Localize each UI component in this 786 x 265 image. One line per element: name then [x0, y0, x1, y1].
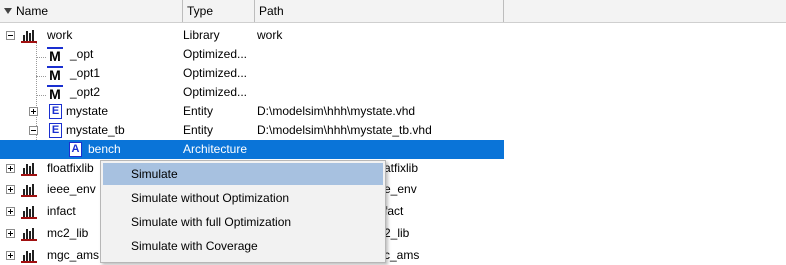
expand-icon[interactable]: [6, 229, 15, 238]
row-name: _opt: [70, 47, 94, 61]
path-column-header[interactable]: Path: [255, 0, 504, 22]
sort-arrow-icon: [4, 8, 12, 14]
row-path: 2_lib: [384, 226, 410, 240]
expand-icon[interactable]: [6, 207, 15, 216]
row-name: mystate: [66, 104, 109, 118]
menu-item-simulate-without-optimization[interactable]: Simulate without Optimization: [103, 187, 383, 209]
name-column-header[interactable]: Name: [0, 0, 183, 22]
row-type: Entity: [183, 104, 214, 118]
row-path: D:\modelsim\hhh\mystate_tb.vhd: [257, 123, 432, 137]
row-type: Entity: [183, 123, 214, 137]
row-name: mystate_tb: [66, 123, 125, 137]
library-icon: [21, 161, 37, 176]
tree-row-opt1[interactable]: M _opt1 Optimized...: [0, 64, 504, 83]
expand-icon[interactable]: [6, 185, 15, 194]
library-icon: [21, 226, 37, 241]
row-name: infact: [47, 204, 76, 218]
menu-item-simulate-full-optimization[interactable]: Simulate with full Optimization: [103, 211, 383, 233]
row-type: Optimized...: [183, 66, 248, 80]
row-name: ieee_env: [47, 182, 96, 196]
tree-row-opt2[interactable]: M _opt2 Optimized...: [0, 83, 504, 102]
collapse-icon[interactable]: [29, 126, 38, 135]
row-type: Optimized...: [183, 85, 248, 99]
type-column-label: Type: [187, 4, 214, 18]
row-path: e_env: [384, 182, 417, 196]
row-path: D:\modelsim\hhh\mystate.vhd: [257, 104, 416, 118]
row-path: work: [257, 28, 283, 42]
path-column-label: Path: [259, 4, 284, 18]
row-name: _opt1: [70, 66, 101, 80]
tree-row-bench[interactable]: A bench Architecture: [0, 140, 504, 159]
library-icon: [21, 28, 37, 43]
row-name: _opt2: [70, 85, 101, 99]
row-name: floatfixlib: [47, 161, 94, 175]
collapse-icon[interactable]: [6, 31, 15, 40]
tree-row-mystate-tb[interactable]: E mystate_tb Entity D:\modelsim\hhh\myst…: [0, 121, 504, 140]
row-type: Architecture: [183, 142, 248, 156]
architecture-icon: A: [69, 142, 82, 157]
row-name: mc2_lib: [47, 226, 89, 240]
tree-row-work[interactable]: work Library work: [0, 26, 504, 45]
module-icon: M: [47, 47, 63, 64]
row-path: c_ams: [384, 248, 420, 262]
row-type: Library: [183, 28, 220, 42]
row-name: work: [47, 28, 73, 42]
entity-icon: E: [49, 104, 62, 119]
row-name: mgc_ams: [47, 248, 100, 262]
type-column-header[interactable]: Type: [183, 0, 255, 22]
menu-item-simulate[interactable]: Simulate: [103, 163, 383, 185]
expand-icon[interactable]: [29, 107, 38, 116]
library-icon: [21, 182, 37, 197]
expand-icon[interactable]: [6, 251, 15, 260]
column-header: Name Type Path: [0, 0, 786, 23]
row-path: fact: [384, 204, 404, 218]
menu-item-simulate-with-coverage[interactable]: Simulate with Coverage: [103, 235, 383, 257]
row-path: atfixlib: [384, 161, 419, 175]
name-column-label: Name: [16, 4, 49, 18]
context-menu: Simulate Simulate without Optimization S…: [100, 160, 386, 263]
row-type: Optimized...: [183, 47, 248, 61]
row-name: bench: [88, 142, 121, 156]
module-icon: M: [47, 85, 63, 102]
expand-icon[interactable]: [6, 164, 15, 173]
entity-icon: E: [49, 123, 62, 138]
tree-row-opt[interactable]: M _opt Optimized...: [0, 45, 504, 64]
tree-row-mystate[interactable]: E mystate Entity D:\modelsim\hhh\mystate…: [0, 102, 504, 121]
library-icon: [21, 204, 37, 219]
module-icon: M: [47, 66, 63, 83]
